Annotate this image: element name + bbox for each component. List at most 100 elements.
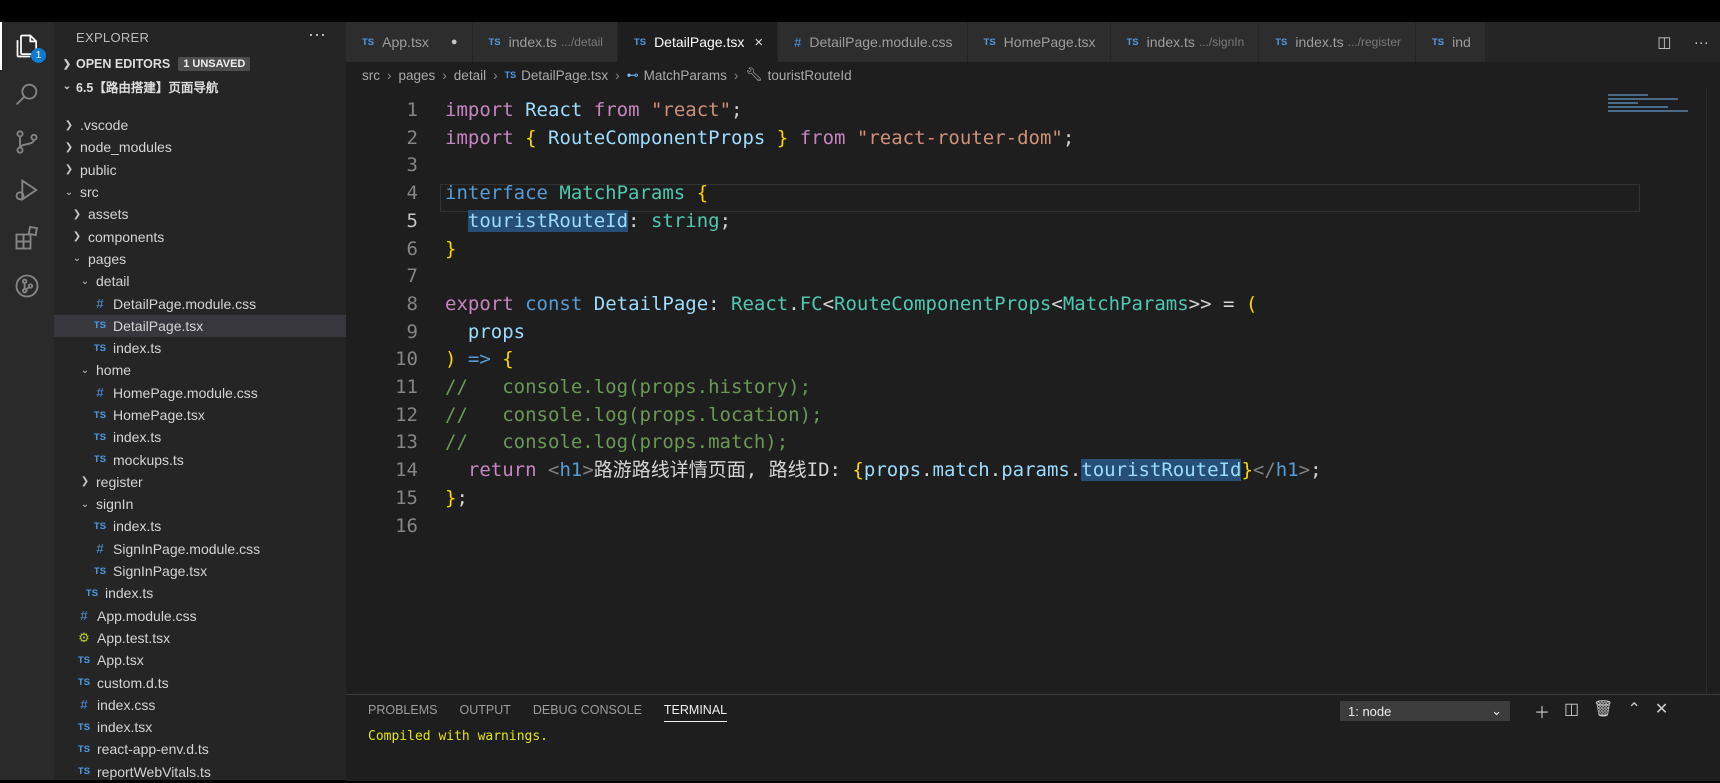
file-item[interactable]: TS mockups.ts [54,448,346,470]
panel-tab-output[interactable]: OUTPUT [459,703,510,722]
minimap[interactable] [1608,94,1704,134]
editor-tab[interactable]: TS index.ts .../signIn [1110,22,1260,62]
folder-item[interactable]: ⌄ signIn [54,493,346,515]
folder-item[interactable]: ❯ node_modules [54,136,346,158]
breadcrumb-symbol[interactable]: MatchParams [644,68,727,83]
file-item[interactable]: # DetailPage.module.css [54,292,346,314]
code-editor[interactable]: 1 import React from "react"; 2 import { Rou… [346,88,1720,537]
editor-tab[interactable]: TS App.tsx ● [346,22,473,62]
folder-item[interactable]: ⌄ src [54,181,346,203]
file-item[interactable]: TS index.tsx [54,716,346,738]
extensions-icon[interactable] [0,214,54,262]
code-token: touristRouteId [1081,459,1242,482]
file-item[interactable]: TS index.ts [54,337,346,359]
project-folder[interactable]: ⌄ 6.5【路由搭建】页面导航 [54,75,346,97]
file-item[interactable]: ⚙ App.test.tsx [54,627,346,649]
folder-item[interactable]: ❯ .vscode [54,114,346,136]
folder-item[interactable]: ❯ assets [54,203,346,225]
css-file-icon: # [794,34,802,50]
open-editors-section[interactable]: ❯ OPEN EDITORS 1 UNSAVED [54,53,346,75]
code-token: ) [445,348,457,371]
split-editor-icon[interactable]: ◫ [1657,33,1671,51]
file-item[interactable]: TS index.ts [54,582,346,604]
breadcrumb-property[interactable]: touristRouteId [768,68,852,83]
file-item[interactable]: TS HomePage.tsx [54,404,346,426]
file-item[interactable]: TS SignInPage.tsx [54,560,346,582]
terminal-select[interactable]: 1: node ⌄ [1340,701,1510,721]
typescript-file-icon: TS [93,409,107,421]
more-actions-icon[interactable]: ··· [308,24,326,45]
tree-item-label: src [80,184,99,201]
chevron-down-icon: ⌄ [80,275,90,287]
file-item[interactable]: TS App.tsx [54,649,346,671]
file-item[interactable]: # index.css [54,694,346,716]
code-token: params [1001,459,1070,482]
file-item[interactable]: # App.module.css [54,605,346,627]
source-control-icon[interactable] [0,118,54,166]
panel-tab-terminal[interactable]: TERMINAL [663,703,728,722]
file-item[interactable]: TS custom.d.ts [54,671,346,693]
code-token: props [467,320,526,343]
new-terminal-icon[interactable]: ＋ [1534,699,1550,723]
code-token: > [582,459,594,482]
file-item[interactable]: TS index.ts [54,426,346,448]
close-icon[interactable]: × [754,34,763,51]
trash-icon[interactable]: 🗑︎ [1593,699,1613,723]
folder-item[interactable]: ❯ register [54,471,346,493]
breadcrumb-item[interactable]: src [362,68,380,83]
tree-item-label: HomePage.module.css [113,384,258,401]
explorer-icon[interactable]: 1 [0,22,54,70]
unsaved-dot-icon[interactable]: ● [451,36,458,48]
code-token: // console.log(props.history); [445,376,812,398]
folder-item[interactable]: ⌄ detail [54,270,346,292]
breadcrumb-item[interactable]: detail [454,68,486,83]
panel-tab-problems[interactable]: PROBLEMS [368,703,437,722]
editor-tab[interactable]: TS index.ts .../detail [472,22,618,62]
typescript-file-icon: TS [1275,36,1288,48]
typescript-file-icon: TS [488,36,501,48]
more-actions-icon[interactable]: ··· [1694,34,1709,51]
tree-item-label: detail [96,273,130,290]
activity-bar: 1 [0,22,54,780]
folder-item[interactable]: ❯ components [54,225,346,247]
split-terminal-icon[interactable]: ◫ [1564,699,1579,723]
folder-item[interactable]: ⌄ pages [54,248,346,270]
editor-tab[interactable]: TS ind [1416,22,1486,62]
breadcrumb-file[interactable]: DetailPage.tsx [521,68,608,83]
code-token: ; [1310,459,1322,482]
file-item[interactable]: # SignInPage.module.css [54,538,346,560]
typescript-file-icon: TS [93,565,107,577]
code-token: : [708,292,732,315]
editor-tab[interactable]: TS index.ts .../register [1259,22,1416,62]
panel-tab-debug-console[interactable]: DEBUG CONSOLE [533,703,642,722]
code-text: return <h1>路游路线详情页面, 路线ID: {props.match.… [445,456,1322,484]
folder-item[interactable]: ⌄ home [54,359,346,381]
run-debug-icon[interactable] [0,166,54,214]
search-icon[interactable] [0,70,54,118]
file-item[interactable]: # HomePage.module.css [54,382,346,404]
folder-item[interactable]: ❯ public [54,159,346,181]
editor-tab[interactable]: TS DetailPage.tsx × [617,22,779,62]
code-token: 路游路线详情页面, 路线ID: [593,459,853,482]
code-token: "react" [650,99,732,121]
file-item[interactable]: TS DetailPage.tsx [54,314,346,337]
close-icon[interactable]: ✕ [1655,699,1668,723]
editor-tab[interactable]: # DetailPage.module.css [778,22,968,62]
editor-scrollbar[interactable] [1706,88,1720,694]
editor-tab[interactable]: TS HomePage.tsx [967,22,1111,62]
line-number: 11 [395,376,418,398]
breadcrumb-item[interactable]: pages [399,68,436,83]
file-item[interactable]: TS index.ts [54,515,346,537]
typescript-file-icon: TS [1432,36,1445,48]
typescript-file-icon: TS [633,36,647,48]
gitlens-icon[interactable] [0,262,54,310]
code-token: } [776,126,789,149]
code-text: // console.log(props.match); [445,428,788,456]
code-token: ( [1245,292,1258,315]
tab-label: DetailPage.tsx [654,34,745,50]
maximize-panel-icon[interactable]: ⌃ [1627,699,1640,723]
chevron-right-icon: ❯ [62,58,72,70]
file-item[interactable]: TS react-app-env.d.ts [54,738,346,760]
tab-label: index.ts [508,34,557,50]
